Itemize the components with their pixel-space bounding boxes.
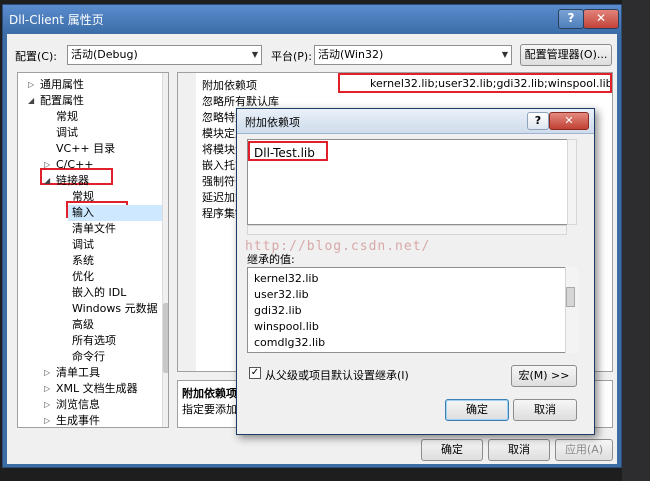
sub-cancel-button[interactable]: 取消 (513, 399, 577, 421)
tree-item-xml-doc[interactable]: ▷ XML 文档生成器 (44, 381, 138, 397)
help-icon[interactable]: ? (527, 112, 549, 130)
tree-item-system[interactable]: 系统 (72, 253, 94, 269)
platform-label: 平台(P): (271, 50, 312, 63)
tree-item-linker-debug[interactable]: 调试 (72, 237, 94, 253)
tree-item-linker-general[interactable]: 常规 (72, 189, 94, 205)
help-icon[interactable]: ? (558, 9, 584, 29)
list-item: user32.lib (254, 288, 309, 301)
tree-panel: ▷ 通用属性 ◢ 配置属性 常规 调试 VC++ 目录 ▷ C/C++ ◢ 链接器 常规… (17, 72, 169, 428)
macro-button[interactable]: 宏(M) >> (511, 365, 577, 387)
sub-title: 附加依赖项 (245, 116, 300, 129)
list-item: kernel32.lib (254, 272, 319, 285)
list-item: comdlg32.lib (254, 336, 326, 349)
tree-item-vcdirs[interactable]: VC++ 目录 (56, 141, 115, 157)
chevron-right-icon: ▷ (44, 384, 51, 393)
config-label: 配置(C): (15, 50, 57, 63)
chevron-right-icon: ▷ (44, 160, 51, 169)
tree-item-optimization[interactable]: 优化 (72, 269, 94, 285)
sub-titlebar: 附加依赖项 ? ✕ (237, 109, 594, 134)
chevron-right-icon: ▷ (28, 80, 35, 89)
edit-horizontal-scrollbar[interactable] (247, 225, 567, 235)
list-item: winspool.lib (254, 320, 319, 333)
edit-vertical-scrollbar[interactable] (567, 139, 577, 225)
highlight-box (248, 141, 328, 161)
tree-scroll-thumb[interactable] (163, 303, 168, 373)
inherit-checkbox[interactable]: ✓ (249, 367, 261, 379)
chevron-down-icon: ▼ (501, 50, 508, 59)
platform-select[interactable]: 活动(Win32) ▼ (314, 45, 512, 65)
tree-item-embedded-idl[interactable]: 嵌入的 IDL (72, 285, 126, 301)
tree-item-build-events[interactable]: ▷ 生成事件 (44, 413, 100, 427)
cancel-button[interactable]: 取消 (488, 439, 550, 461)
tree-item-windows-metadata[interactable]: Windows 元数据 (72, 301, 158, 317)
tree-item-manifest-tool[interactable]: ▷ 清单工具 (44, 365, 100, 381)
prop-ignore-all-default[interactable]: 忽略所有默认库 (202, 93, 279, 109)
config-select-value: 活动(Debug) (71, 48, 138, 61)
tree-item-linker[interactable]: ◢ 链接器 (44, 173, 89, 189)
additional-deps-dialog: 附加依赖项 ? ✕ Dll-Test.lib http://blog.csdn.… (236, 108, 595, 435)
ok-button[interactable]: 确定 (421, 439, 483, 461)
chevron-right-icon: ▷ (44, 416, 51, 425)
chevron-right-icon: ▷ (44, 368, 51, 377)
tree-item-general[interactable]: ▷ 通用属性 (28, 77, 84, 93)
list-item: gdi32.lib (254, 304, 302, 317)
tree-scrollbar[interactable] (162, 73, 168, 427)
tree-item-config[interactable]: ◢ 配置属性 (28, 93, 84, 109)
prop-additional-deps[interactable]: 附加依赖项 (202, 77, 257, 93)
platform-select-value: 活动(Win32) (318, 48, 384, 61)
config-manager-button[interactable]: 配置管理器(O)... (520, 44, 612, 66)
inherited-scrollbar[interactable] (565, 267, 578, 353)
tree-item-browse-info[interactable]: ▷ 浏览信息 (44, 397, 100, 413)
main-title: Dll-Client 属性页 (9, 13, 104, 27)
chevron-down-icon: ▼ (251, 50, 258, 59)
main-titlebar: Dll-Client 属性页 ? ✕ (3, 5, 621, 33)
tree-item-cpp[interactable]: ▷ C/C++ (44, 157, 94, 173)
inherit-checkbox-label[interactable]: 从父级或项目默认设置继承(I) (265, 367, 409, 383)
tree-item-all-options[interactable]: 所有选项 (72, 333, 116, 349)
close-icon[interactable]: ✕ (583, 9, 619, 29)
highlight-box (338, 73, 612, 93)
tree-item-input[interactable]: 输入 (68, 205, 164, 221)
close-icon[interactable]: ✕ (549, 112, 589, 130)
inherited-values-list[interactable]: kernel32.lib user32.lib gdi32.lib winspo… (247, 267, 577, 353)
inherited-scroll-thumb[interactable] (566, 287, 575, 307)
chevron-down-icon: ◢ (44, 176, 51, 185)
chevron-right-icon: ▷ (44, 400, 51, 409)
tree-item-common[interactable]: 常规 (56, 109, 78, 125)
inherited-label: 继承的值: (247, 253, 295, 266)
props-gutter (178, 73, 196, 371)
chevron-down-icon: ◢ (28, 96, 35, 105)
tree-item-advanced[interactable]: 高级 (72, 317, 94, 333)
apply-button[interactable]: 应用(A) (555, 439, 613, 461)
sub-ok-button[interactable]: 确定 (445, 399, 509, 421)
description-title: 附加依赖项 (182, 387, 237, 400)
tree-item-manifest[interactable]: 清单文件 (72, 221, 116, 237)
tree-item-debug[interactable]: 调试 (56, 125, 78, 141)
dependencies-edit-area[interactable]: Dll-Test.lib (247, 139, 577, 225)
config-select[interactable]: 活动(Debug) ▼ (67, 45, 262, 65)
tree-item-command-line[interactable]: 命令行 (72, 349, 105, 365)
